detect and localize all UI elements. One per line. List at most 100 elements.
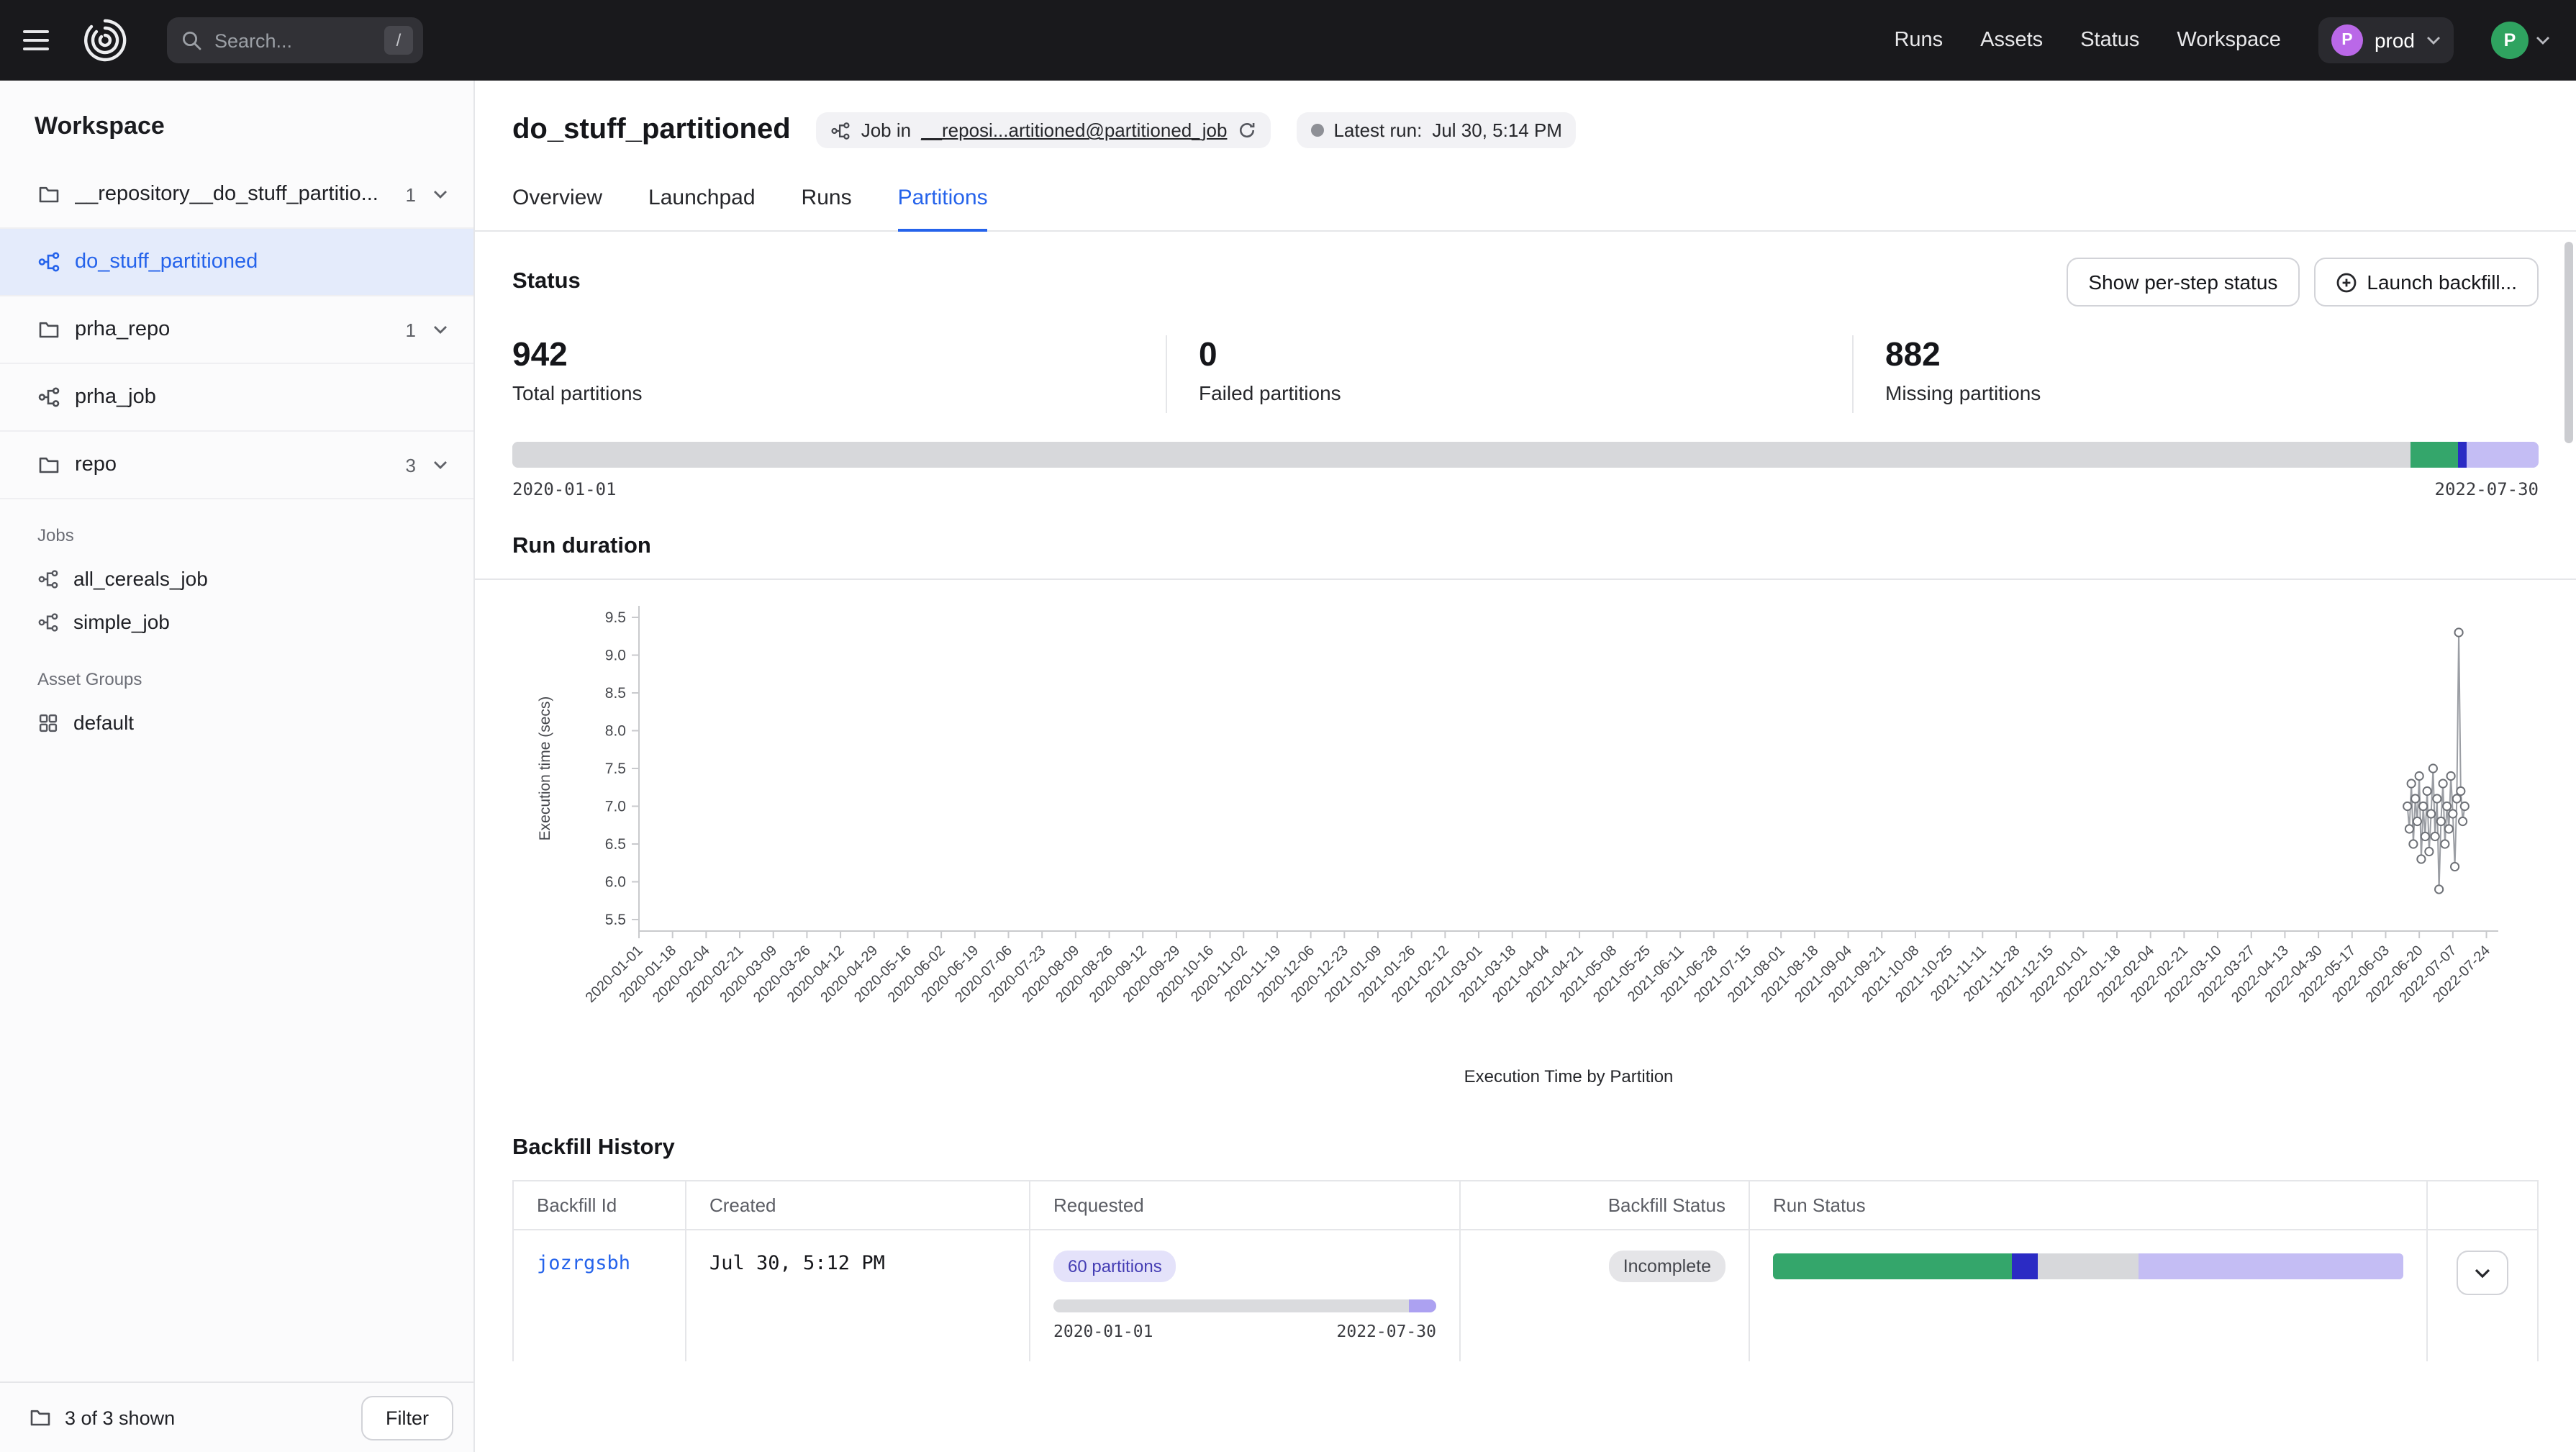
sidebar-item-do-stuff-partitioned[interactable]: do_stuff_partitioned	[0, 229, 473, 296]
refresh-icon[interactable]	[1237, 121, 1256, 140]
data-point[interactable]	[2405, 825, 2413, 832]
backfill-id-link[interactable]: jozrgsbh	[537, 1252, 630, 1275]
y-tick-label: 6.0	[605, 874, 626, 891]
sidebar-item-repository-do-stuff[interactable]: __repository__do_stuff_partitio... 1	[0, 161, 473, 229]
dagster-logo-icon[interactable]	[81, 16, 130, 65]
user-menu[interactable]: P	[2491, 22, 2550, 59]
data-point[interactable]	[2439, 779, 2447, 787]
page-title: do_stuff_partitioned	[512, 114, 791, 147]
data-point[interactable]	[2429, 764, 2437, 772]
workspace-sidebar: Workspace __repository__do_stuff_partiti…	[0, 81, 475, 1452]
data-point[interactable]	[2459, 817, 2467, 825]
stat-value: 882	[1885, 335, 2539, 374]
y-tick-label: 7.5	[605, 761, 626, 777]
data-point[interactable]	[2443, 802, 2451, 810]
job-pill-link[interactable]: __reposi...artitioned@partitioned_job	[921, 119, 1227, 141]
run-status-bar[interactable]	[1773, 1253, 2403, 1279]
launch-backfill-button[interactable]: Launch backfill...	[2313, 258, 2539, 307]
tab-partitions[interactable]: Partitions	[898, 186, 988, 232]
status-bar-segment	[2139, 1253, 2403, 1279]
sidebar-footer: 3 of 3 shown Filter	[0, 1381, 473, 1452]
show-per-step-status-button[interactable]: Show per-step status	[2067, 258, 2299, 307]
backfill-history-title: Backfill History	[512, 1135, 2539, 1161]
chevron-down-icon[interactable]	[433, 190, 448, 199]
status-bar-segment	[512, 442, 2411, 468]
data-point[interactable]	[2416, 772, 2423, 780]
data-point[interactable]	[2441, 840, 2449, 848]
chevron-down-icon[interactable]	[433, 325, 448, 334]
data-point[interactable]	[2409, 840, 2417, 848]
sidebar-item-prha-repo[interactable]: prha_repo 1	[0, 296, 473, 364]
topbar-nav-workspace[interactable]: Workspace	[2177, 29, 2281, 52]
data-point[interactable]	[2413, 817, 2421, 825]
data-point[interactable]	[2419, 802, 2427, 810]
data-point[interactable]	[2461, 802, 2469, 810]
main-scrollbar[interactable]	[2564, 242, 2573, 443]
tab-overview[interactable]: Overview	[512, 186, 602, 230]
chevron-down-icon[interactable]	[433, 460, 448, 469]
status-bar-segment	[1410, 1299, 1436, 1312]
job-icon	[37, 568, 59, 589]
launch-backfill-label: Launch backfill...	[2367, 271, 2517, 294]
sidebar-title: Workspace	[0, 81, 473, 161]
data-point[interactable]	[2451, 863, 2459, 871]
requested-range-end: 2022-07-30	[1337, 1321, 1437, 1341]
item-count-badge: 3	[406, 454, 416, 476]
data-point[interactable]	[2403, 802, 2411, 810]
data-point[interactable]	[2453, 794, 2461, 802]
data-point[interactable]	[2423, 787, 2431, 795]
deployment-switcher[interactable]: P prod	[2318, 17, 2454, 63]
data-point[interactable]	[2437, 817, 2445, 825]
sidebar-item-repo[interactable]: repo 3	[0, 432, 473, 499]
data-point[interactable]	[2433, 794, 2441, 802]
job-icon	[831, 120, 851, 140]
expand-row-button[interactable]	[2457, 1251, 2508, 1295]
data-point[interactable]	[2408, 779, 2416, 787]
data-point[interactable]	[2446, 772, 2454, 780]
col-header-created: Created	[686, 1181, 1030, 1229]
latest-run-time[interactable]: Jul 30, 5:14 PM	[1432, 119, 1562, 141]
job-icon	[37, 386, 60, 409]
stat-value: 0	[1199, 335, 1852, 374]
sidebar-item-all-cereals-job[interactable]: all_cereals_job	[0, 557, 473, 600]
sidebar-section-asset-groups: Asset Groups	[0, 643, 473, 701]
deployment-avatar: P	[2331, 24, 2363, 56]
tab-launchpad[interactable]: Launchpad	[648, 186, 756, 230]
menu-icon[interactable]	[23, 17, 66, 63]
search-input[interactable]	[212, 28, 374, 53]
backfill-table-row: jozrgsbh Jul 30, 5:12 PM 60 partitions 2…	[514, 1230, 2537, 1361]
job-icon	[37, 611, 59, 632]
folder-icon	[37, 453, 60, 476]
data-point[interactable]	[2421, 832, 2429, 840]
data-point[interactable]	[2454, 628, 2462, 636]
data-point[interactable]	[2411, 794, 2419, 802]
search-box[interactable]: /	[167, 17, 423, 63]
topbar-nav-runs[interactable]: Runs	[1894, 29, 1943, 52]
tab-bar: Overview Launchpad Runs Partitions	[475, 186, 2576, 232]
data-point[interactable]	[2457, 787, 2464, 795]
stat-label: Total partitions	[512, 381, 1166, 413]
sidebar-item-prha-job[interactable]: prha_job	[0, 364, 473, 432]
stat-missing-partitions: 882 Missing partitions	[1852, 335, 2539, 413]
partition-range-end: 2022-07-30	[2435, 479, 2539, 499]
y-tick-label: 8.5	[605, 685, 626, 702]
topbar-nav-assets[interactable]: Assets	[1980, 29, 2043, 52]
search-shortcut-key: /	[384, 26, 413, 55]
data-point[interactable]	[2427, 809, 2435, 817]
sidebar-item-default-asset-group[interactable]: default	[0, 701, 473, 744]
data-point[interactable]	[2431, 832, 2439, 840]
filter-button[interactable]: Filter	[361, 1395, 453, 1440]
chevron-down-icon	[2536, 36, 2550, 45]
topbar-nav-status[interactable]: Status	[2080, 29, 2139, 52]
partition-status-bar[interactable]	[512, 442, 2539, 468]
data-point[interactable]	[2417, 855, 2425, 863]
data-point[interactable]	[2425, 848, 2433, 856]
y-tick-label: 9.0	[605, 648, 626, 664]
requested-partitions-chip[interactable]: 60 partitions	[1053, 1251, 1176, 1282]
sidebar-item-simple-job[interactable]: simple_job	[0, 600, 473, 643]
data-point[interactable]	[2449, 809, 2457, 817]
tab-runs[interactable]: Runs	[802, 186, 852, 230]
y-tick-label: 7.0	[605, 799, 626, 815]
data-point[interactable]	[2445, 825, 2453, 832]
data-point[interactable]	[2435, 885, 2443, 893]
